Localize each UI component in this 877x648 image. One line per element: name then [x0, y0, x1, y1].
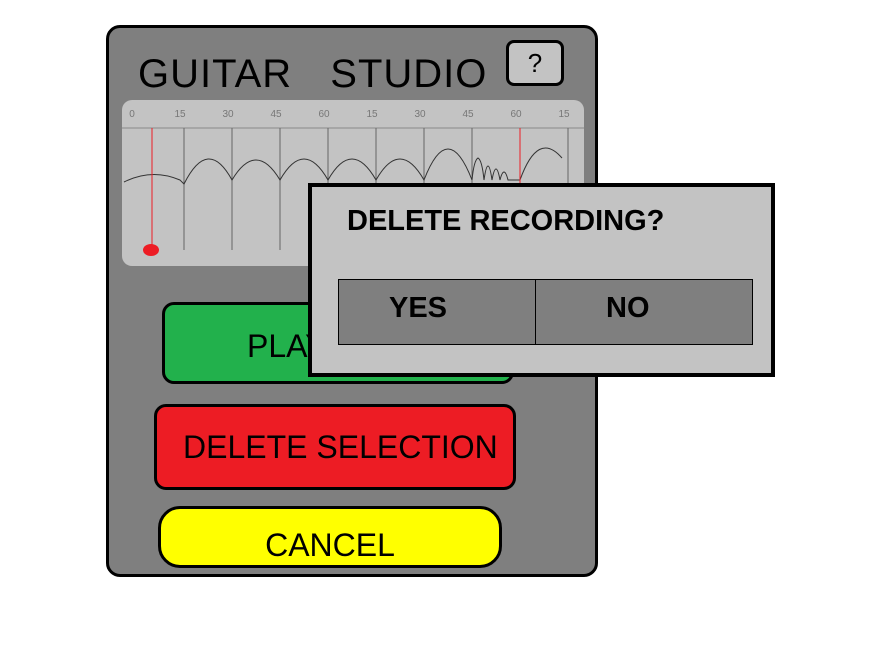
playhead-handle[interactable]: [143, 244, 159, 256]
app-title: GUITAR STUDIO: [138, 52, 488, 96]
time-tick-label: 15: [174, 109, 186, 120]
audio-waveform: [123, 147, 563, 185]
time-tick-label: 60: [318, 109, 330, 120]
dialog-title: DELETE RECORDING?: [347, 205, 665, 237]
time-ruler: 0 15 30 45 60 15 30 45 60 15: [129, 109, 570, 120]
time-tick-label: 0: [129, 109, 135, 120]
time-tick-label: 15: [558, 109, 570, 120]
no-button[interactable]: NO: [535, 279, 753, 345]
help-button[interactable]: ?: [506, 40, 564, 86]
cancel-button[interactable]: CANCEL: [158, 506, 502, 568]
time-tick-label: 45: [462, 109, 474, 120]
delete-selection-button[interactable]: DELETE SELECTION: [154, 404, 516, 490]
time-tick-label: 45: [270, 109, 282, 120]
time-tick-label: 60: [510, 109, 522, 120]
yes-button[interactable]: YES: [338, 279, 536, 345]
time-tick-label: 30: [414, 109, 426, 120]
time-tick-label: 15: [366, 109, 378, 120]
time-tick-label: 30: [222, 109, 234, 120]
